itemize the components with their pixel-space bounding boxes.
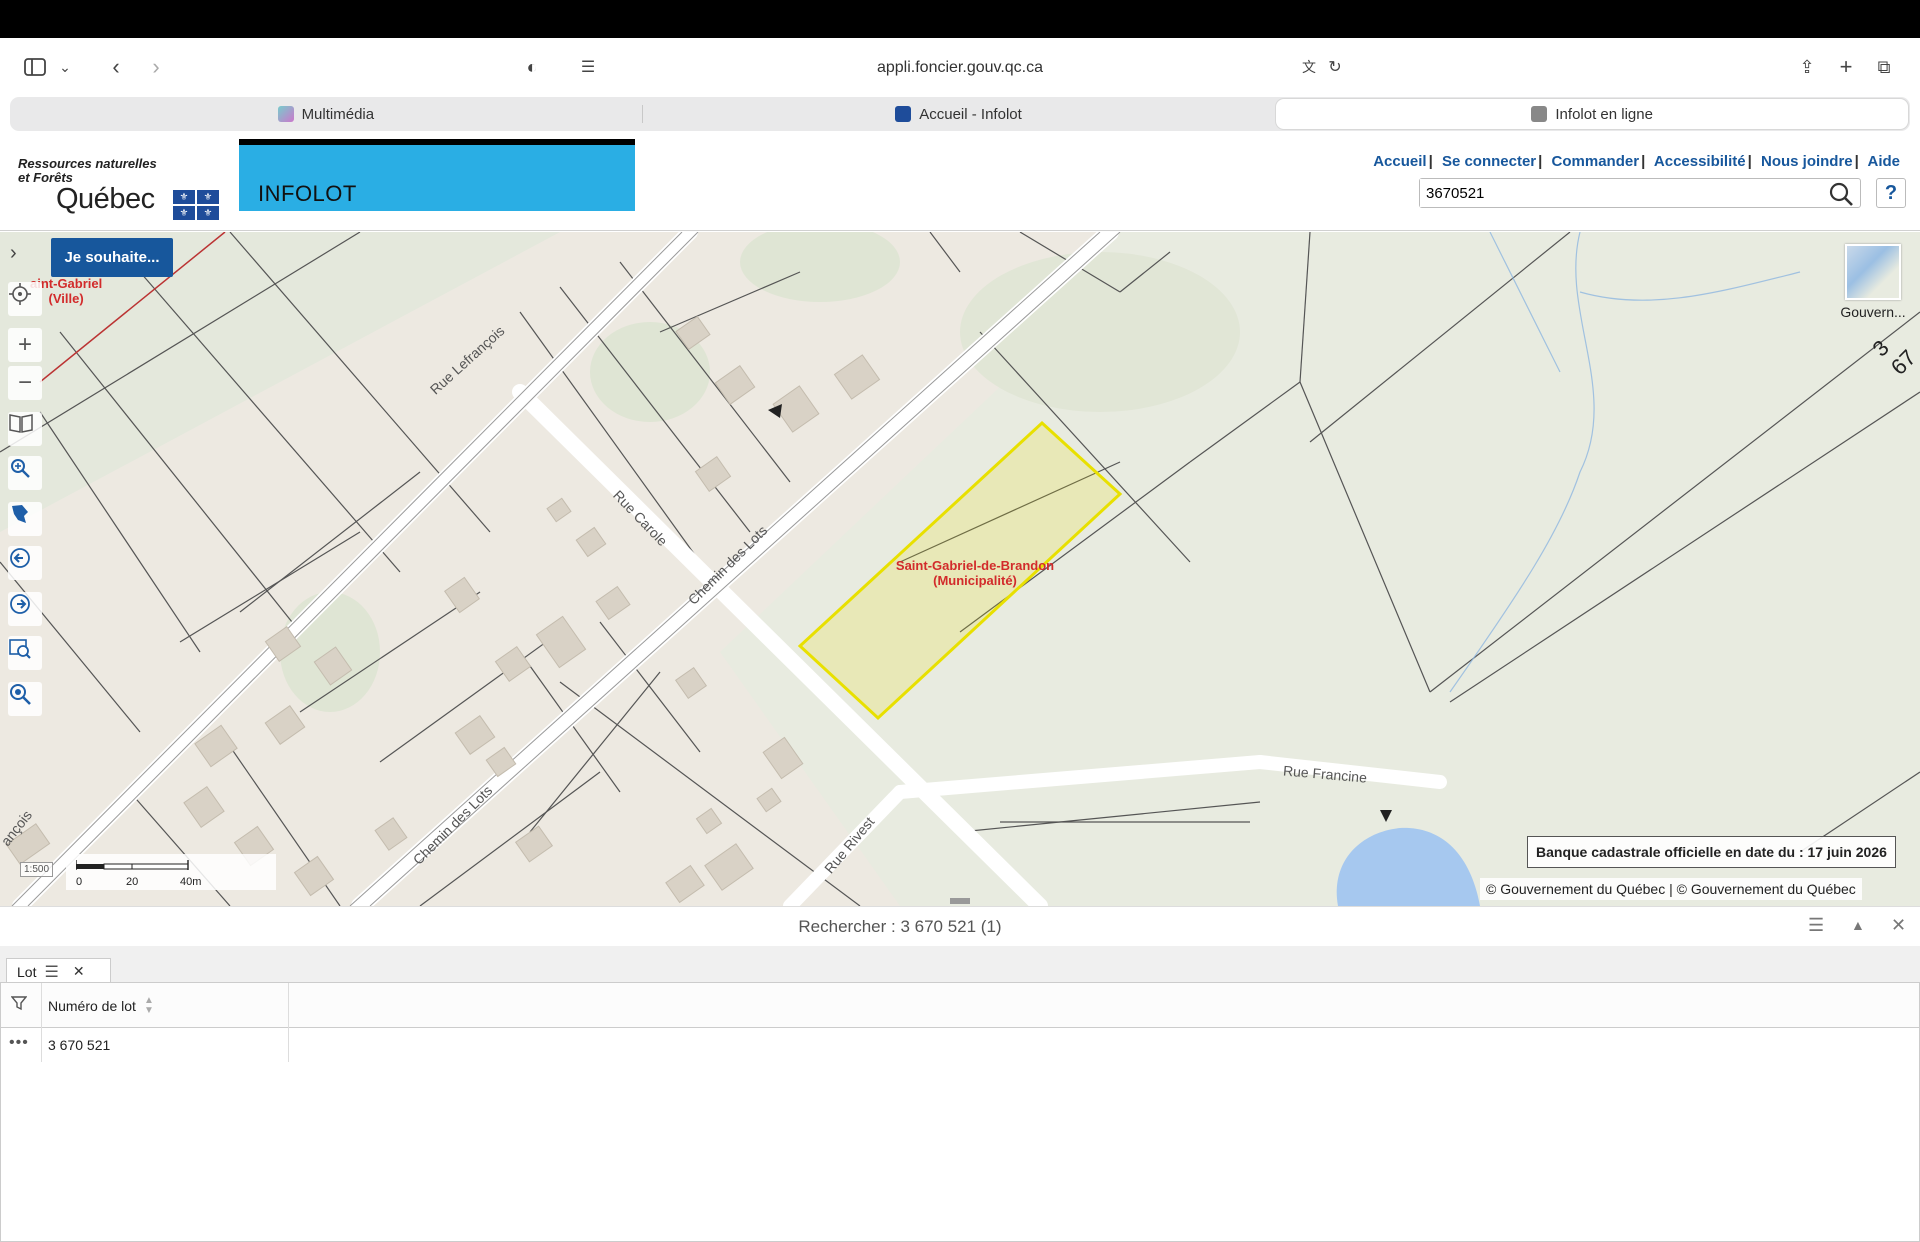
filter-icon[interactable] (10, 995, 28, 1016)
link-accueil[interactable]: Accueil (1373, 153, 1426, 170)
header-links: Accueil | Se connecter | Commander | Access… (1373, 153, 1900, 170)
quebec-wordmark: Québec (56, 183, 155, 215)
cadastre-date-notice: Banque cadastrale officielle en date du … (1527, 836, 1896, 868)
previous-extent-icon[interactable] (8, 546, 42, 580)
map-copyright: © Gouvernement du Québec | © Gouvernemen… (1480, 878, 1862, 900)
legend-book-icon[interactable] (8, 412, 42, 446)
expand-panel-icon[interactable]: › (10, 242, 17, 265)
tab-bar: Multimédia Accueil - Infolot Infolot en … (10, 97, 1910, 131)
multimedia-favicon-icon (277, 106, 294, 122)
forward-icon[interactable]: › (144, 50, 168, 84)
column-header-numero-de-lot[interactable]: Numéro de lot ▲ ▼ (41, 983, 289, 1028)
link-commander[interactable]: Commander (1552, 153, 1640, 170)
municipality-name: Saint-Gabriel-de-Brandon (895, 558, 1055, 573)
scale-label: 40m (180, 876, 202, 888)
tab-lot[interactable]: Lot ☰ ✕ (6, 958, 111, 984)
lot-search-box (1419, 178, 1861, 208)
map-viewport[interactable]: Rue Lefrançois Rue Carole Chemin des Lot… (0, 232, 1920, 906)
site-header: Ressources naturelles et Forêts Québec ⚜… (0, 135, 1920, 231)
results-table: Numéro de lot ▲ ▼ ••• 3 670 521 (0, 982, 1920, 1242)
address-bar[interactable]: appli.foncier.gouv.qc.ca (560, 52, 1360, 84)
lot-search-input[interactable] (1420, 179, 1800, 207)
tab-label: Accueil - Infolot (919, 105, 1022, 123)
je-souhaite-button[interactable]: Je souhaite... (51, 238, 173, 277)
locate-icon[interactable] (8, 282, 42, 316)
sort-icon[interactable]: ▲ ▼ (144, 995, 154, 1016)
ministry-name-line1: Ressources naturelles (18, 156, 157, 171)
scale-bar: 0 20 40m (66, 854, 276, 890)
link-se-connecter[interactable]: Se connecter (1442, 153, 1536, 170)
column-label: Numéro de lot (48, 997, 136, 1014)
menu-icon[interactable]: ☰ (1808, 915, 1824, 936)
basemap-label: Gouvern... (1840, 304, 1906, 320)
results-tab-strip: Lot ☰ ✕ (0, 946, 1920, 984)
quebec-favicon-icon (895, 106, 912, 122)
privacy-shield-icon[interactable]: ◐ (520, 50, 544, 84)
quebec-logo[interactable]: Ressources naturelles et Forêts Québec ⚜… (18, 157, 228, 221)
row-actions-icon[interactable]: ••• (9, 1034, 29, 1052)
reload-icon[interactable]: ↻ (1324, 50, 1346, 84)
results-title: Rechercher : 3 670 521 (1) (798, 917, 1002, 936)
close-icon[interactable]: ✕ (1891, 915, 1906, 936)
lot-number-cell[interactable]: 3 670 521 (41, 1028, 289, 1062)
translate-icon[interactable]: 文 (1298, 50, 1320, 84)
tab-label: Lot (17, 963, 37, 980)
link-nous-joindre[interactable]: Nous joindre (1761, 153, 1853, 170)
tab-accueil-infolot[interactable]: Accueil - Infolot (643, 97, 1275, 131)
chevron-down-icon[interactable]: ⌄ (56, 50, 74, 84)
collapse-up-icon[interactable]: ▲ (1851, 917, 1865, 933)
scale-ratio: 1:500 (20, 862, 54, 877)
address-text: appli.foncier.gouv.qc.ca (876, 59, 1044, 76)
infolot-banner: INFOLOT (239, 139, 635, 211)
browser-toolbar: ⌄ ‹ › ◐ ☰ appli.foncier.gouv.qc.ca 文 ↻ ⇪… (0, 38, 1920, 96)
menu-icon[interactable]: ☰ (44, 962, 58, 982)
share-icon[interactable]: ⇪ (1795, 50, 1819, 84)
window-top-bar (0, 0, 1920, 38)
tab-label: Infolot en ligne (1555, 105, 1653, 123)
quebec-extent-icon[interactable] (8, 502, 42, 536)
tab-infolot-en-ligne[interactable]: Infolot en ligne (1276, 99, 1909, 129)
search-icon[interactable] (1828, 181, 1854, 207)
banner-title: INFOLOT (258, 181, 357, 206)
sidebar-toggle-icon[interactable] (20, 50, 50, 84)
basemap-thumbnail (1845, 244, 1901, 300)
zoom-box-icon[interactable] (8, 456, 42, 490)
basemap-switcher[interactable]: Gouvern... (1838, 244, 1908, 334)
tab-label: Multimédia (301, 105, 375, 123)
scale-label: 0 (76, 876, 83, 888)
tab-overview-icon[interactable]: ⧉ (1872, 50, 1896, 84)
back-icon[interactable]: ‹ (104, 50, 128, 84)
municipality-label: Saint-Gabriel-de-Brandon (Municipalité) (880, 558, 1070, 588)
fleurdelise-flag-icon: ⚜ ⚜ ⚜ ⚜ (173, 190, 219, 220)
table-row[interactable]: ••• 3 670 521 (1, 1028, 1919, 1062)
tab-multimedia[interactable]: Multimédia (10, 97, 642, 131)
scale-label: 20 (126, 876, 139, 888)
help-button[interactable]: ? (1876, 178, 1906, 208)
zoom-in-icon[interactable]: + (8, 328, 42, 362)
zoom-to-result-icon[interactable] (8, 682, 42, 716)
table-header: Numéro de lot ▲ ▼ (1, 983, 1919, 1028)
municipality-type: (Municipalité) (933, 573, 1017, 588)
link-accessibilite[interactable]: Accessibilité (1654, 153, 1746, 170)
zoom-out-icon[interactable]: − (8, 366, 42, 400)
close-tab-icon[interactable]: ✕ (73, 963, 85, 980)
results-panel-header: Rechercher : 3 670 521 (1) ☰ ▲ ✕ (0, 906, 1920, 946)
link-aide[interactable]: Aide (1867, 153, 1900, 170)
next-extent-icon[interactable] (8, 592, 42, 626)
identify-globe-icon[interactable] (8, 636, 42, 670)
new-tab-icon[interactable]: + (1834, 50, 1858, 84)
generic-favicon-icon (1531, 106, 1548, 122)
